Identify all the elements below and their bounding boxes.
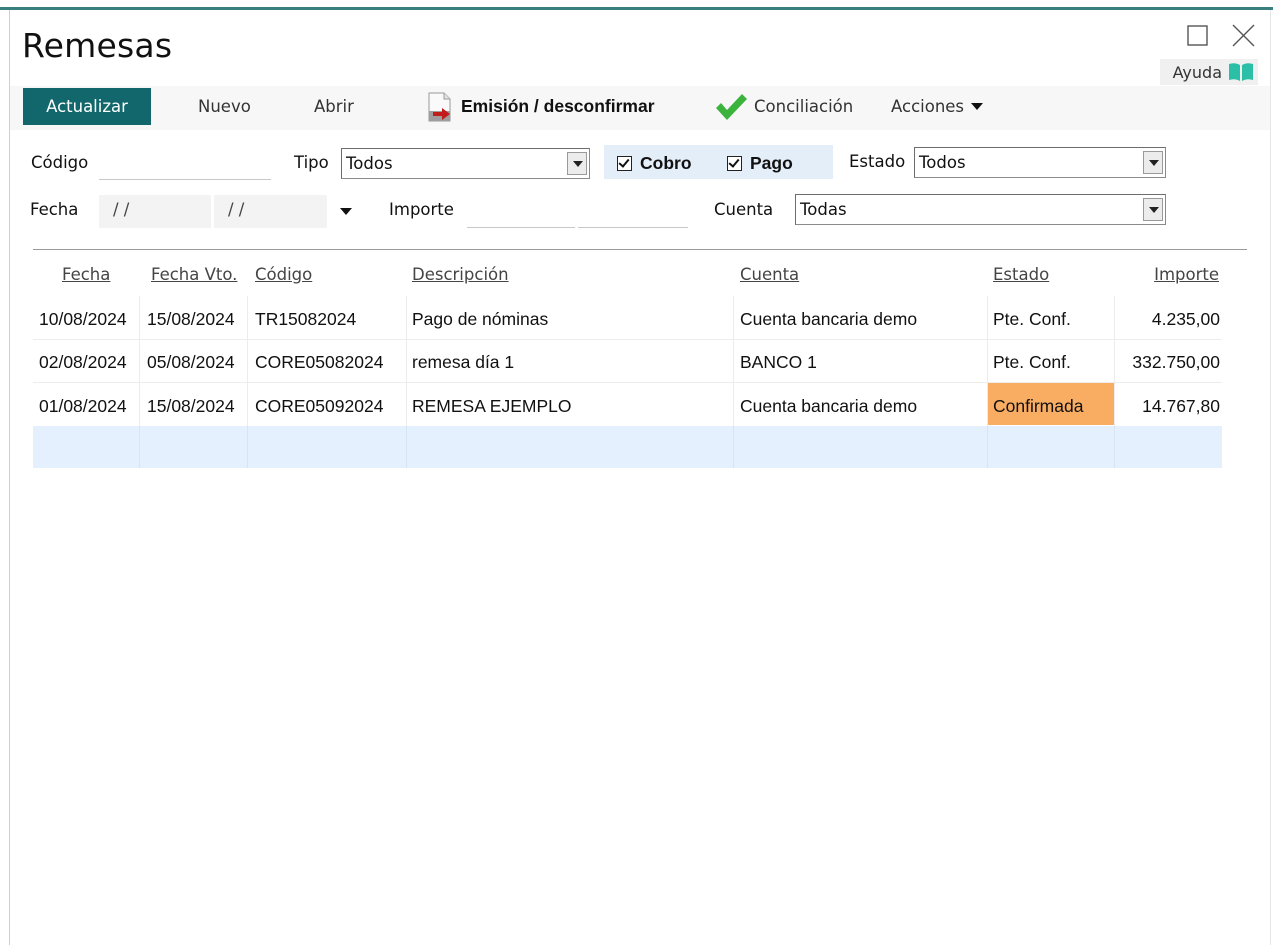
chevron-down-icon [567, 152, 587, 175]
cuenta-label: Cuenta [714, 200, 774, 219]
row-divider [33, 339, 1222, 340]
row-descripcion: REMESA EJEMPLO [412, 396, 572, 416]
table-new-row[interactable] [33, 426, 1222, 468]
row-cuenta: Cuenta bancaria demo [740, 309, 918, 329]
close-button[interactable] [1230, 22, 1258, 50]
row-estado: Pte. Conf. [993, 352, 1071, 372]
book-icon [1229, 63, 1253, 81]
acciones-menu[interactable]: Acciones [891, 88, 984, 125]
close-icon [1232, 24, 1255, 47]
column-header-estado[interactable]: Estado [993, 265, 1049, 284]
estado-value: Todos [919, 153, 966, 172]
acciones-label: Acciones [891, 97, 965, 116]
row-estado: Pte. Conf. [993, 309, 1071, 329]
row-fecha: 02/08/2024 [39, 352, 127, 372]
importe-desde-input[interactable] [467, 227, 575, 228]
abrir-button[interactable]: Abrir [314, 88, 354, 125]
estado-select[interactable]: Todos [914, 147, 1166, 178]
importe-hasta-input[interactable] [578, 227, 688, 228]
pago-checkbox[interactable]: Pago [727, 153, 793, 174]
codigo-label: Código [31, 153, 89, 172]
importe-label: Importe [389, 200, 454, 219]
window-right-border [1270, 10, 1271, 945]
actualizar-button[interactable]: Actualizar [23, 88, 151, 125]
fecha-dropdown-icon[interactable] [340, 208, 352, 215]
cuenta-value: Todas [800, 200, 847, 219]
row-fecha-vto: 05/08/2024 [147, 352, 235, 372]
cobro-label: Cobro [640, 153, 692, 173]
row-fecha: 10/08/2024 [39, 309, 127, 329]
row-codigo: CORE05092024 [255, 396, 384, 416]
fecha-desde-input[interactable]: / / [99, 195, 211, 228]
row-estado: Confirmada [993, 396, 1084, 416]
tipo-value: Todos [346, 154, 393, 173]
cobro-checkbox[interactable]: Cobro [617, 153, 692, 174]
row-fecha-vto: 15/08/2024 [147, 309, 235, 329]
row-descripcion: Pago de nóminas [412, 309, 549, 329]
row-importe: 4.235,00 [1151, 309, 1220, 329]
conciliacion-button[interactable]: Conciliación [714, 88, 853, 125]
row-descripcion: remesa día 1 [412, 352, 515, 372]
row-fecha-vto: 15/08/2024 [147, 396, 235, 416]
chevron-down-icon [1143, 198, 1163, 221]
checkbox-checked-icon [727, 156, 742, 171]
emision-button[interactable]: Emisión / desconfirmar [425, 88, 655, 125]
column-header-importe[interactable]: Importe [1154, 265, 1219, 284]
tipo-label: Tipo [294, 153, 329, 172]
tipo-select[interactable]: Todos [341, 148, 590, 179]
column-header-fecha[interactable]: Fecha [62, 265, 110, 284]
estado-label: Estado [849, 152, 906, 171]
row-codigo: TR15082024 [255, 309, 357, 329]
fecha-hasta-value: / / [228, 200, 245, 219]
pago-label: Pago [750, 153, 793, 173]
window-top-border [0, 7, 1273, 10]
window-left-border [9, 10, 10, 945]
maximize-icon [1187, 25, 1208, 46]
codigo-input[interactable] [99, 179, 271, 180]
page-title: Remesas [22, 26, 173, 65]
column-header-fecha-vto[interactable]: Fecha Vto. [151, 265, 237, 284]
fecha-desde-value: / / [113, 200, 130, 219]
checkbox-checked-icon [617, 156, 632, 171]
document-export-icon [428, 92, 451, 121]
conciliacion-label: Conciliación [754, 97, 854, 116]
fecha-hasta-input[interactable]: / / [214, 195, 327, 228]
column-header-cuenta[interactable]: Cuenta [740, 265, 799, 284]
help-button[interactable]: Ayuda [1160, 59, 1258, 85]
filters-separator [33, 249, 1247, 250]
row-codigo: CORE05082024 [255, 352, 384, 372]
column-header-codigo[interactable]: Código [255, 265, 312, 284]
chevron-down-icon [971, 103, 984, 110]
row-cuenta: BANCO 1 [740, 352, 817, 372]
fecha-label: Fecha [30, 200, 79, 219]
maximize-button[interactable] [1184, 22, 1212, 50]
checkmark-icon [716, 93, 747, 120]
cuenta-select[interactable]: Todas [795, 194, 1166, 225]
row-importe: 14.767,80 [1142, 396, 1220, 416]
chevron-down-icon [1143, 151, 1163, 174]
help-label: Ayuda [1172, 62, 1222, 82]
row-fecha: 01/08/2024 [39, 396, 127, 416]
column-header-descripcion[interactable]: Descripción [412, 265, 509, 284]
nuevo-button[interactable]: Nuevo [198, 88, 251, 125]
emision-label: Emisión / desconfirmar [461, 96, 655, 116]
row-importe: 332.750,00 [1132, 352, 1220, 372]
row-cuenta: Cuenta bancaria demo [740, 396, 918, 416]
